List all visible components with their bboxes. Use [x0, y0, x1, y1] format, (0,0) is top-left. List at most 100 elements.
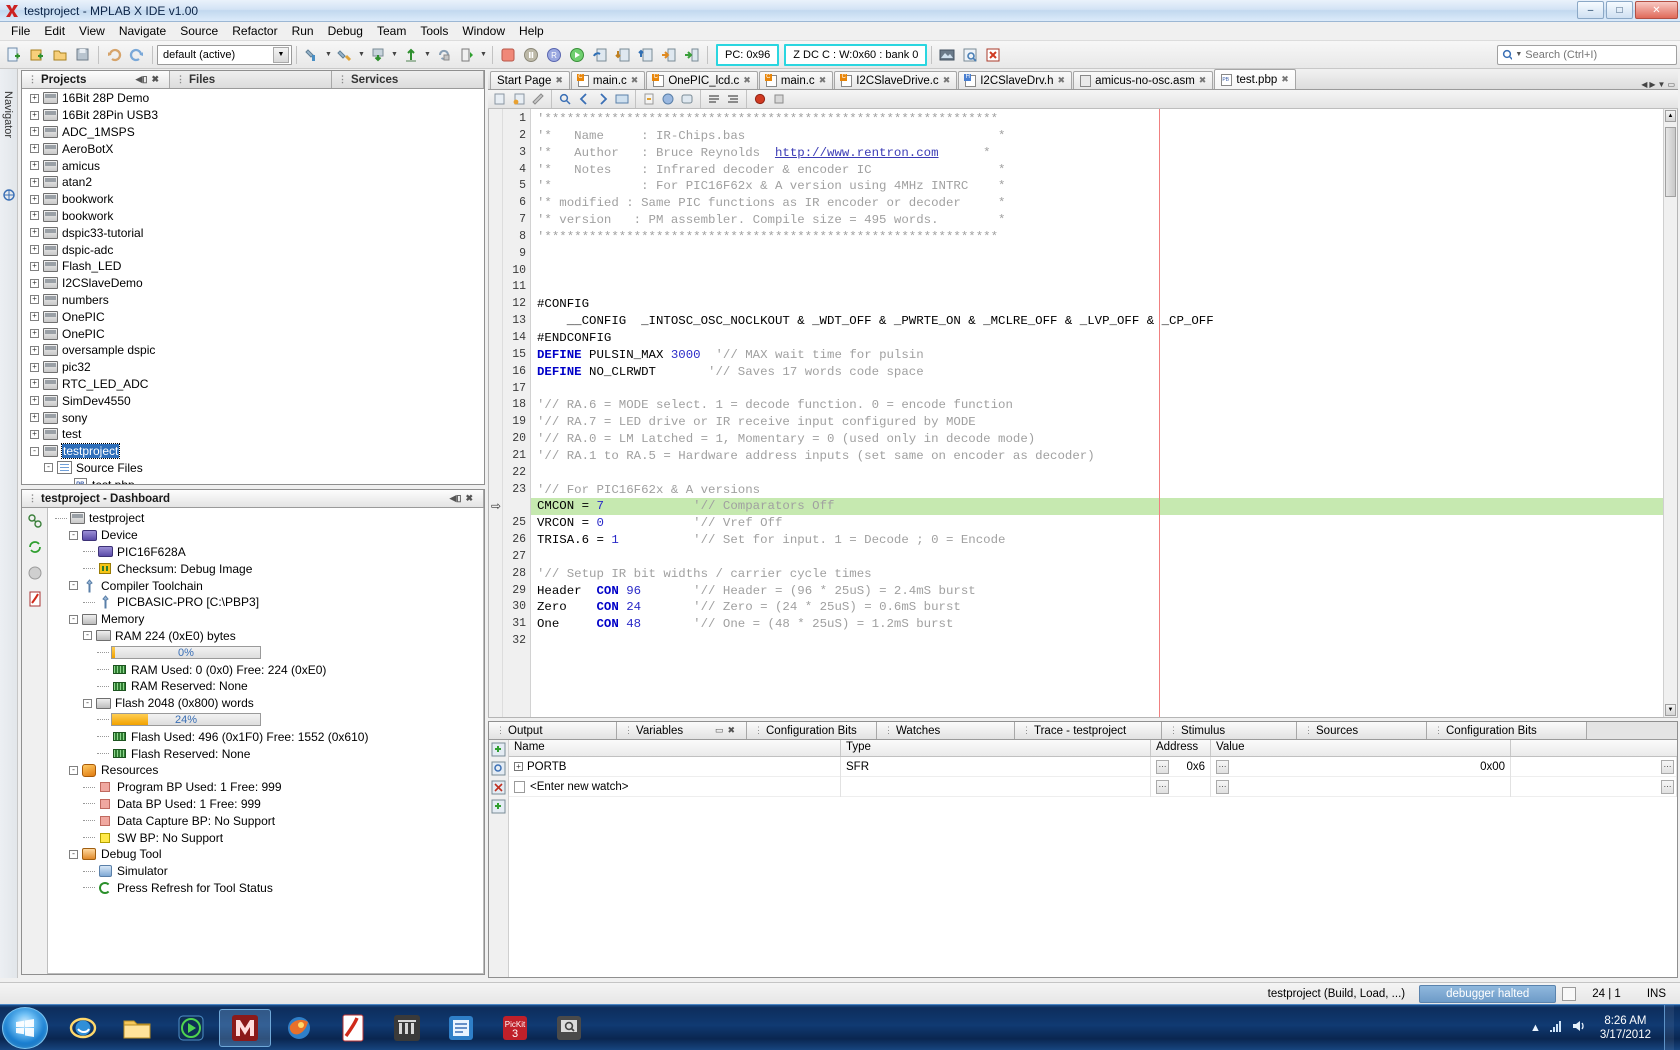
- column-header-address[interactable]: Address: [1151, 740, 1211, 756]
- tree-collapse-icon[interactable]: -: [69, 581, 78, 590]
- taskbar-device-tool-icon[interactable]: [543, 1009, 595, 1047]
- new-watch-icon[interactable]: [491, 741, 507, 757]
- menu-refactor[interactable]: Refactor: [225, 22, 284, 40]
- scroll-left-icon[interactable]: ◀: [1641, 80, 1647, 89]
- tree-expand-icon[interactable]: +: [30, 161, 39, 170]
- output-tab[interactable]: ⋮Configuration Bits: [1427, 722, 1587, 739]
- delete-watch-icon[interactable]: [491, 779, 507, 795]
- find-next-icon[interactable]: [594, 91, 612, 108]
- close-icon[interactable]: ✖: [743, 75, 751, 86]
- code-line[interactable]: '* : For PIC16F62x & A version using 4MH…: [531, 178, 1677, 195]
- output-tab[interactable]: ⋮Trace - testproject: [1015, 722, 1162, 739]
- close-icon[interactable]: ✖: [819, 75, 827, 86]
- tree-item[interactable]: 24%: [51, 712, 483, 729]
- column-header-name[interactable]: Name: [509, 740, 841, 756]
- tree-collapse-icon[interactable]: -: [30, 447, 39, 456]
- tree-item[interactable]: -Flash 2048 (0x800) words: [51, 695, 483, 712]
- tree-collapse-icon[interactable]: -: [69, 766, 78, 775]
- tree-collapse-icon[interactable]: -: [69, 531, 78, 540]
- tree-item[interactable]: +dspic-adc: [24, 241, 484, 258]
- tree-item[interactable]: +AeroBotX: [24, 140, 484, 157]
- editor-glyph-gutter[interactable]: [489, 109, 503, 717]
- tree-expand-icon[interactable]: +: [30, 144, 39, 153]
- code-line[interactable]: [531, 279, 1677, 296]
- code-line[interactable]: #CONFIG: [531, 296, 1677, 313]
- watch-cell-name[interactable]: <Enter new watch>: [509, 777, 841, 797]
- tree-expand-icon[interactable]: +: [514, 762, 523, 771]
- tree-item[interactable]: Program BP Used: 1 Free: 999: [51, 779, 483, 796]
- minimize-panel-icon[interactable]: ◀▯: [450, 493, 462, 504]
- tray-volume-icon[interactable]: [1571, 1019, 1587, 1036]
- device-datasheet-icon[interactable]: [26, 564, 44, 582]
- undo-icon[interactable]: [103, 44, 125, 66]
- tree-expand-icon[interactable]: +: [30, 413, 39, 422]
- row-options-button[interactable]: ⋯: [1661, 760, 1674, 774]
- tree-expand-icon[interactable]: +: [30, 211, 39, 220]
- tab-services[interactable]: ⋮ Services: [332, 71, 484, 88]
- taskbar-pickit3-icon[interactable]: PicKit3: [489, 1009, 541, 1047]
- taskbar-firefox-icon[interactable]: [273, 1009, 325, 1047]
- close-icon[interactable]: ✖: [465, 493, 473, 504]
- close-icon[interactable]: ✖: [943, 75, 951, 86]
- close-icon[interactable]: ✖: [727, 725, 735, 736]
- close-button[interactable]: ✕: [1635, 1, 1678, 19]
- tree-expand-icon[interactable]: +: [30, 346, 39, 355]
- tree-item[interactable]: +I2CSlaveDemo: [24, 275, 484, 292]
- pause-debug-icon[interactable]: [520, 44, 542, 66]
- history-forward-icon[interactable]: [510, 91, 528, 108]
- continue-icon[interactable]: [566, 44, 588, 66]
- minimize-panel-icon[interactable]: ◀▯: [136, 74, 148, 85]
- menu-edit[interactable]: Edit: [37, 22, 72, 40]
- code-line[interactable]: '***************************************…: [531, 111, 1677, 128]
- find-selection-icon[interactable]: [556, 91, 574, 108]
- tree-expand-icon[interactable]: +: [30, 312, 39, 321]
- find-previous-icon[interactable]: [575, 91, 593, 108]
- tree-item[interactable]: 0%: [51, 644, 483, 661]
- output-tab[interactable]: ⋮Sources: [1297, 722, 1427, 739]
- row-options-button[interactable]: ⋯: [1661, 780, 1674, 794]
- menu-run[interactable]: Run: [285, 22, 321, 40]
- close-icon[interactable]: ✖: [1199, 75, 1207, 86]
- chevron-down-icon[interactable]: ▼: [390, 44, 399, 66]
- watch-cell-type[interactable]: [841, 777, 1151, 797]
- toggle-breakpoint-icon[interactable]: [751, 91, 769, 108]
- code-line[interactable]: '***************************************…: [531, 229, 1677, 246]
- search-box[interactable]: ▼: [1497, 45, 1677, 65]
- tree-item[interactable]: +OnePIC: [24, 308, 484, 325]
- code-line[interactable]: Header CON 96 '// Header = (96 * 25uS) =…: [531, 583, 1677, 600]
- minimize-panel-icon[interactable]: ▭: [715, 725, 724, 736]
- close-icon[interactable]: ✖: [1058, 75, 1066, 86]
- tray-expand-icon[interactable]: ▲: [1530, 1022, 1541, 1034]
- tree-item[interactable]: +oversample dspic: [24, 342, 484, 359]
- code-line[interactable]: [531, 549, 1677, 566]
- watch-row[interactable]: <Enter new watch>⋯⋯⋯: [509, 777, 1677, 797]
- editor-tab[interactable]: main.c✖: [571, 71, 645, 89]
- watch-view-icon[interactable]: [959, 44, 981, 66]
- editor-tab[interactable]: main.c✖: [759, 71, 833, 89]
- menu-team[interactable]: Team: [370, 22, 413, 40]
- tree-expand-icon[interactable]: +: [30, 279, 39, 288]
- output-tab[interactable]: ⋮Variables▭✖: [617, 722, 747, 739]
- code-line[interactable]: '* Author : Bruce Reynolds http://www.re…: [531, 145, 1677, 162]
- tree-expand-icon[interactable]: +: [30, 295, 39, 304]
- code-line[interactable]: '* modified : Same PIC functions as IR e…: [531, 195, 1677, 212]
- taskbar-text-editor-icon[interactable]: [435, 1009, 487, 1047]
- chevron-down-icon[interactable]: ▼: [324, 44, 333, 66]
- code-line[interactable]: Zero CON 24 '// Zero = (24 * 25uS) = 0.6…: [531, 599, 1677, 616]
- comment-icon[interactable]: [678, 91, 696, 108]
- code-editor[interactable]: 1234567891011121314151617181920212223⇨25…: [488, 109, 1678, 718]
- open-project-icon[interactable]: [49, 44, 71, 66]
- run-to-cursor-icon[interactable]: [658, 44, 680, 66]
- tree-item[interactable]: +OnePIC: [24, 325, 484, 342]
- tree-item[interactable]: -Device: [51, 527, 483, 544]
- step-over-icon[interactable]: [589, 44, 611, 66]
- output-tab[interactable]: ⋮Stimulus: [1162, 722, 1297, 739]
- tree-item[interactable]: +RTC_LED_ADC: [24, 376, 484, 393]
- tree-item[interactable]: SW BP: No Support: [51, 829, 483, 846]
- history-back-icon[interactable]: [491, 91, 509, 108]
- tree-item[interactable]: +pic32: [24, 359, 484, 376]
- tree-item[interactable]: PIC16F628A: [51, 544, 483, 561]
- close-icon[interactable]: ✖: [631, 75, 639, 86]
- tree-expand-icon[interactable]: +: [30, 262, 39, 271]
- code-line[interactable]: One CON 48 '// One = (48 * 25uS) = 1.2mS…: [531, 616, 1677, 633]
